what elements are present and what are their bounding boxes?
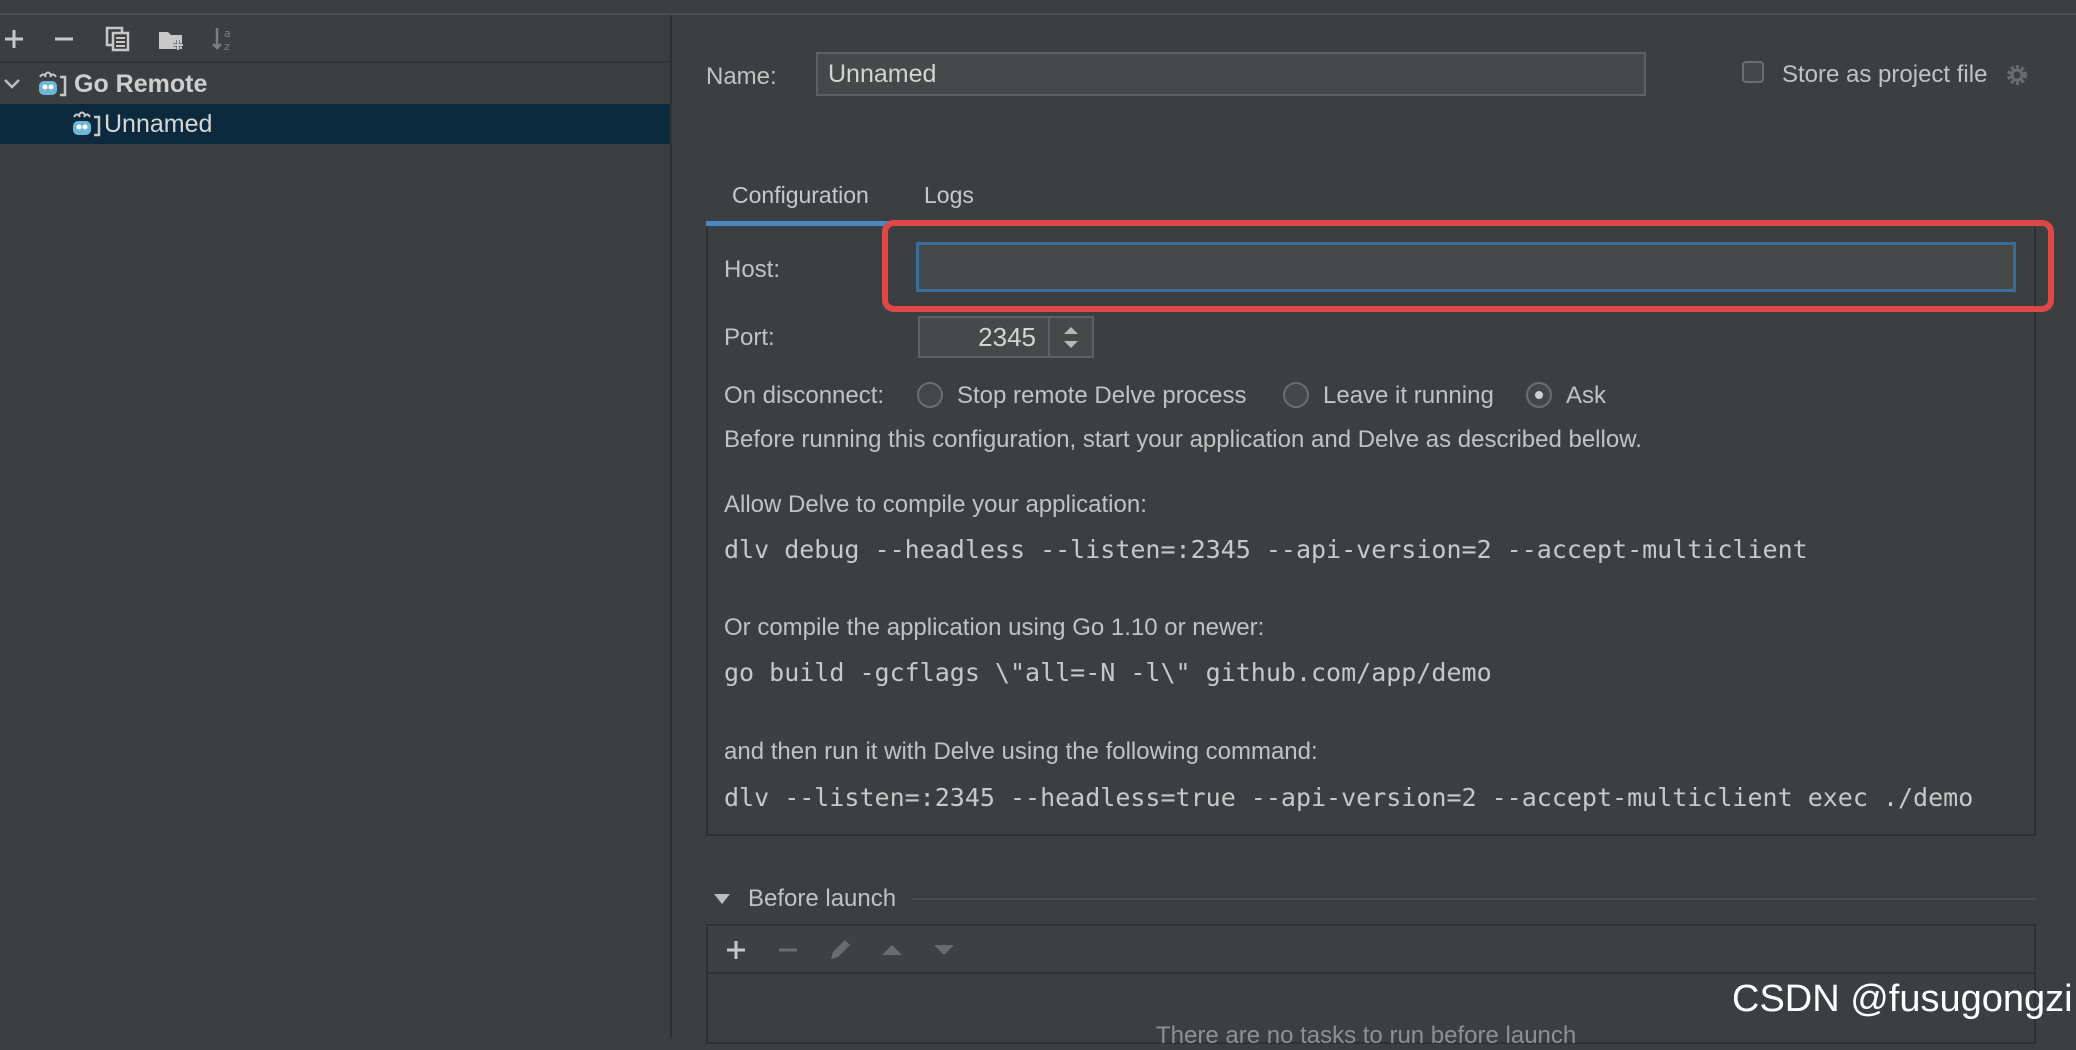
port-spinner[interactable] bbox=[1048, 318, 1092, 356]
chevron-down-icon[interactable] bbox=[1062, 340, 1080, 350]
port-stepper[interactable]: 2345 bbox=[918, 316, 1094, 358]
minus-icon[interactable] bbox=[768, 932, 808, 968]
chevron-down-icon[interactable] bbox=[2, 74, 22, 94]
on-disconnect-label: On disconnect: bbox=[724, 382, 885, 409]
radio-stop-remote[interactable] bbox=[917, 382, 943, 408]
pencil-icon[interactable] bbox=[820, 932, 860, 968]
empty-tasks-text: There are no tasks to run before launch bbox=[1156, 1022, 1577, 1049]
command-dlv-debug: dlv debug --headless --listen=:2345 --ap… bbox=[724, 535, 1808, 564]
before-launch-label[interactable]: Before launch bbox=[748, 885, 896, 913]
minus-icon[interactable] bbox=[44, 21, 84, 57]
svg-text:z: z bbox=[224, 40, 230, 53]
tab-configuration-label: Configuration bbox=[732, 182, 869, 208]
folder-add-icon[interactable] bbox=[151, 21, 191, 57]
svg-text:a: a bbox=[224, 27, 231, 40]
plus-icon[interactable] bbox=[716, 932, 756, 968]
chevron-down-icon[interactable] bbox=[712, 892, 732, 906]
store-as-project-label: Store as project file bbox=[1782, 61, 1988, 88]
window-top-edge bbox=[0, 0, 2076, 15]
copy-icon[interactable] bbox=[98, 21, 138, 57]
tab-logs-label: Logs bbox=[924, 182, 974, 208]
sort-icon[interactable]: az bbox=[204, 21, 244, 57]
configurations-toolbar: az bbox=[0, 15, 670, 63]
store-as-project-checkbox[interactable] bbox=[1742, 61, 1764, 83]
go-remote-icon bbox=[36, 69, 68, 99]
port-value[interactable]: 2345 bbox=[920, 318, 1048, 356]
radio-leave-running[interactable] bbox=[1283, 382, 1309, 408]
compile-text: Or compile the application using Go 1.10… bbox=[724, 614, 1265, 641]
before-launch-divider bbox=[912, 898, 2036, 900]
command-go-build: go build -gcflags \"all=-N -l\" github.c… bbox=[724, 658, 1492, 687]
watermark: CSDN @fusugongzi bbox=[1732, 978, 2073, 1020]
go-remote-icon bbox=[70, 109, 102, 139]
arrow-up-icon[interactable] bbox=[872, 932, 912, 968]
port-label: Port: bbox=[724, 324, 775, 351]
radio-leave-running-label: Leave it running bbox=[1323, 382, 1494, 409]
tree-item-unnamed[interactable]: Unnamed bbox=[0, 104, 670, 144]
radio-ask-label: Ask bbox=[1566, 382, 1607, 409]
configurations-panel: az Go Remote Unnamed bbox=[0, 15, 672, 1038]
run-with-delve-text: and then run it with Delve using the fol… bbox=[724, 738, 1318, 765]
gear-icon[interactable] bbox=[2004, 62, 2030, 88]
tree-group-label: Go Remote bbox=[74, 69, 208, 98]
tree-item-label: Unnamed bbox=[104, 109, 213, 138]
tab-configuration[interactable]: Configuration bbox=[732, 170, 869, 226]
name-input[interactable] bbox=[816, 52, 1646, 96]
chevron-up-icon[interactable] bbox=[1062, 325, 1080, 335]
tree-group-go-remote[interactable]: Go Remote bbox=[0, 64, 670, 104]
host-label: Host: bbox=[724, 256, 781, 283]
radio-ask[interactable] bbox=[1526, 382, 1552, 408]
arrow-down-icon[interactable] bbox=[924, 932, 964, 968]
before-launch-toolbar bbox=[706, 924, 2036, 974]
info-text: Before running this configuration, start… bbox=[724, 426, 1642, 453]
name-label: Name: bbox=[706, 63, 777, 90]
tab-logs[interactable]: Logs bbox=[924, 170, 974, 226]
plus-icon[interactable] bbox=[0, 21, 34, 57]
radio-stop-remote-label: Stop remote Delve process bbox=[957, 382, 1247, 409]
allow-delve-text: Allow Delve to compile your application: bbox=[724, 491, 1147, 518]
command-dlv-exec: dlv --listen=:2345 --headless=true --api… bbox=[724, 783, 1974, 812]
annotation-highlight-box bbox=[882, 220, 2054, 312]
